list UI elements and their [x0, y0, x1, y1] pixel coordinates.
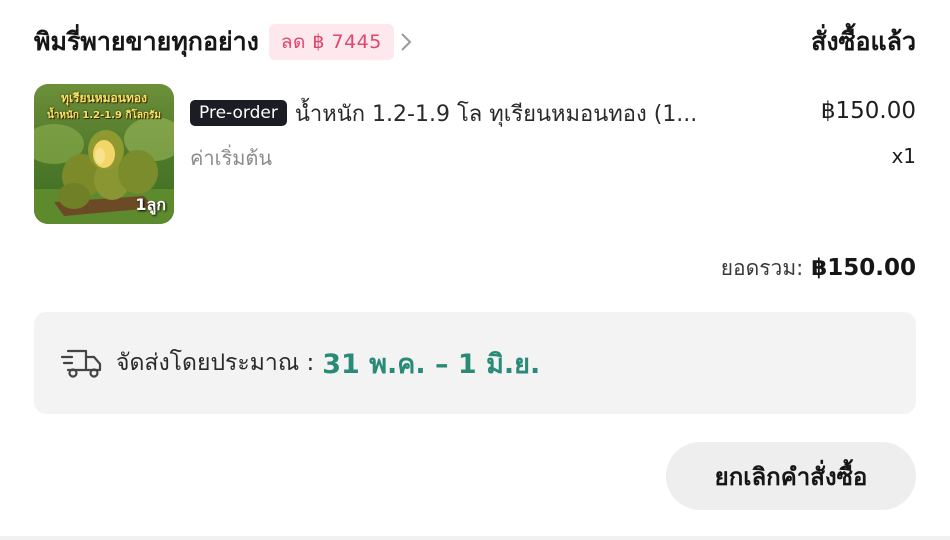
total-value: ฿150.00: [811, 255, 916, 281]
divider: [0, 536, 950, 540]
order-total: ยอดรวม: ฿150.00: [721, 252, 916, 285]
total-label: ยอดรวม:: [720, 256, 804, 280]
delivery-truck-icon: [60, 343, 106, 383]
shop-name[interactable]: พิมรี่พายขายทุกอย่าง: [34, 22, 259, 62]
product-price: ฿150.00: [820, 98, 916, 124]
product-variant: ค่าเริ่มต้น: [190, 146, 273, 170]
order-header: พิมรี่พายขายทุกอย่าง ลด ฿ 7445 สั่งซื้อแ…: [34, 20, 916, 64]
product-image[interactable]: ทุเรียนหมอนทอง น้ำหนัก 1.2-1.9 กิโลกรัม …: [34, 84, 174, 224]
image-weight-caption: น้ำหนัก 1.2-1.9 กิโลกรัม: [46, 110, 162, 121]
preorder-badge: Pre-order: [190, 100, 287, 126]
image-caption: ทุเรียนหมอนทอง: [61, 91, 147, 105]
delivery-label: จัดส่งโดยประมาณ :: [116, 350, 315, 376]
product-quantity: x1: [891, 144, 916, 168]
product-title[interactable]: น้ำหนัก 1.2-1.9 โล ทุเรียนหมอนทอง (1...: [295, 96, 697, 131]
image-quantity-caption: 1ลูก: [135, 195, 166, 214]
product-item[interactable]: ทุเรียนหมอนทอง น้ำหนัก 1.2-1.9 กิโลกรัม …: [34, 84, 916, 224]
discount-badge: ลด ฿ 7445: [268, 24, 394, 60]
delivery-date-range: 31 พ.ค. – 1 มิ.ย.: [322, 348, 541, 380]
estimated-delivery-box: จัดส่งโดยประมาณ : 31 พ.ค. – 1 มิ.ย.: [34, 312, 916, 414]
cancel-order-button[interactable]: ยกเลิกคำสั่งซื้อ: [666, 442, 916, 510]
chevron-right-icon[interactable]: [400, 30, 414, 54]
order-status: สั่งซื้อแล้ว: [811, 27, 916, 56]
product-title-row: Pre-order น้ำหนัก 1.2-1.9 โล ทุเรียนหมอน…: [190, 96, 810, 130]
